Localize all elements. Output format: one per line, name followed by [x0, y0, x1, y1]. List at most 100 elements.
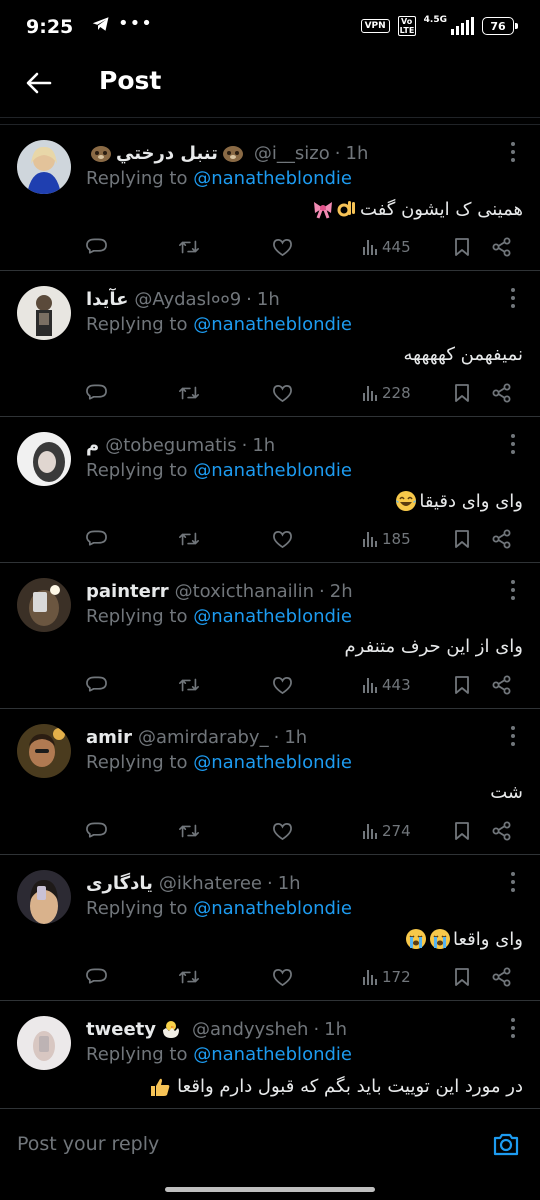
like-button[interactable] [272, 527, 293, 551]
handle[interactable]: @toxicthanailin [175, 581, 314, 602]
handle[interactable]: @ikhateree [159, 873, 262, 894]
handle[interactable]: @andyysheh [192, 1019, 308, 1040]
more-options-icon[interactable] [508, 580, 518, 600]
bookmark-icon [455, 676, 469, 694]
avatar[interactable] [17, 578, 71, 632]
views-count[interactable]: 185 [362, 527, 411, 551]
reply-item[interactable]: تنبل درختي @i__sizo · 1h Replying to @na… [0, 125, 540, 271]
reply-item[interactable]: یادگاری @ikhateree · 1h Replying to @nan… [0, 855, 540, 1001]
repost-button[interactable] [178, 673, 200, 697]
share-button[interactable] [492, 819, 512, 843]
repost-button[interactable] [178, 527, 200, 551]
reply-item[interactable]: tweety @andyysheh · 1h Replying to @nana… [0, 1001, 540, 1108]
display-name[interactable]: عآیدا [86, 289, 128, 310]
reply-text: وای از این حرف متنفرم [345, 636, 523, 657]
separator-dot: · [241, 434, 248, 456]
share-button[interactable] [492, 381, 512, 405]
share-button[interactable] [492, 527, 512, 551]
like-button[interactable] [272, 819, 293, 843]
more-options-icon[interactable] [508, 288, 518, 308]
bookmark-button[interactable] [454, 819, 470, 843]
like-button[interactable] [272, 965, 293, 989]
reply-button[interactable] [86, 527, 107, 551]
bookmark-button[interactable] [454, 673, 470, 697]
more-options-icon[interactable] [508, 142, 518, 162]
display-name[interactable]: یادگاری [86, 873, 153, 894]
reply-button[interactable] [86, 673, 107, 697]
repost-button[interactable] [178, 965, 200, 989]
replying-to-handle[interactable]: @nanatheblondie [193, 606, 352, 627]
share-button[interactable] [492, 673, 512, 697]
handle[interactable]: @Aydasl००9 [134, 287, 241, 311]
share-button[interactable] [492, 965, 512, 989]
reply-item[interactable]: amir @amirdaraby_ · 1h Replying to @nana… [0, 709, 540, 855]
reply-button[interactable] [86, 235, 107, 259]
replying-to-handle[interactable]: @nanatheblondie [193, 752, 352, 773]
replying-to-handle[interactable]: @nanatheblondie [193, 314, 352, 335]
like-button[interactable] [272, 381, 293, 405]
views-count[interactable]: 274 [362, 819, 411, 843]
network-type: 4.5G [423, 15, 447, 25]
more-options-icon[interactable] [508, 872, 518, 892]
avatar[interactable] [17, 1016, 71, 1070]
replying-to-handle[interactable]: @nanatheblondie [193, 168, 352, 189]
like-button[interactable] [272, 235, 293, 259]
avatar[interactable] [17, 870, 71, 924]
reply-button[interactable] [86, 381, 107, 405]
share-button[interactable] [492, 235, 512, 259]
views-icon [363, 678, 377, 693]
handle[interactable]: @tobegumatis [105, 435, 236, 456]
avatar[interactable] [17, 286, 71, 340]
telegram-icon [92, 17, 109, 31]
views-count[interactable]: 228 [362, 381, 411, 405]
views-count[interactable]: 445 [362, 235, 411, 259]
handle[interactable]: @amirdaraby_ [138, 727, 269, 748]
avatar[interactable] [17, 724, 71, 778]
camera-icon[interactable] [492, 1130, 520, 1158]
replying-to-handle[interactable]: @nanatheblondie [193, 898, 352, 919]
reply-button[interactable] [86, 819, 107, 843]
bookmark-icon [455, 822, 469, 840]
more-options-icon[interactable] [508, 434, 518, 454]
replying-to: Replying to @nanatheblondie [86, 1044, 352, 1065]
views-icon [363, 970, 377, 985]
like-button[interactable] [272, 673, 293, 697]
bookmark-button[interactable] [454, 381, 470, 405]
bookmark-button[interactable] [454, 527, 470, 551]
back-arrow-icon[interactable] [22, 66, 56, 100]
replying-to: Replying to @nanatheblondie [86, 606, 352, 627]
views-icon [363, 824, 377, 839]
more-options-icon[interactable] [508, 1018, 518, 1038]
replies-feed[interactable]: تنبل درختي @i__sizo · 1h Replying to @na… [0, 124, 540, 1108]
reply-item[interactable]: painterr @toxicthanailin · 2h Replying t… [0, 563, 540, 709]
separator-dot: · [334, 142, 341, 164]
repost-button[interactable] [178, 819, 200, 843]
display-name[interactable]: tweety [86, 1019, 156, 1040]
timestamp: 1h [284, 726, 308, 748]
display-name[interactable]: تنبل درختي [116, 143, 218, 164]
repost-button[interactable] [178, 381, 200, 405]
reply-item[interactable]: عآیدا @Aydasl००9 · 1h Replying to @nanat… [0, 271, 540, 417]
display-name[interactable]: amir [86, 727, 132, 748]
bookmark-button[interactable] [454, 235, 470, 259]
repost-button[interactable] [178, 235, 200, 259]
reply-button[interactable] [86, 965, 107, 989]
reply-input[interactable]: Post your reply [17, 1133, 159, 1155]
views-count[interactable]: 443 [362, 673, 411, 697]
avatar[interactable] [17, 432, 71, 486]
reply-item[interactable]: م @tobegumatis · 1h Replying to @nanathe… [0, 417, 540, 563]
views-count[interactable]: 172 [362, 965, 411, 989]
replying-to-handle[interactable]: @nanatheblondie [193, 1044, 352, 1065]
display-name[interactable]: م [86, 435, 99, 456]
bookmark-button[interactable] [454, 965, 470, 989]
replying-to-handle[interactable]: @nanatheblondie [193, 460, 352, 481]
home-indicator[interactable] [165, 1187, 375, 1192]
handle[interactable]: @i__sizo [254, 143, 330, 164]
reply-text: شت [490, 782, 523, 803]
avatar[interactable] [17, 140, 71, 194]
more-options-icon[interactable] [508, 726, 518, 746]
repost-icon [179, 532, 199, 546]
reply-icon [86, 676, 107, 692]
reply-text-content: نميفهمن کههههه [403, 344, 524, 365]
display-name[interactable]: painterr [86, 581, 169, 602]
